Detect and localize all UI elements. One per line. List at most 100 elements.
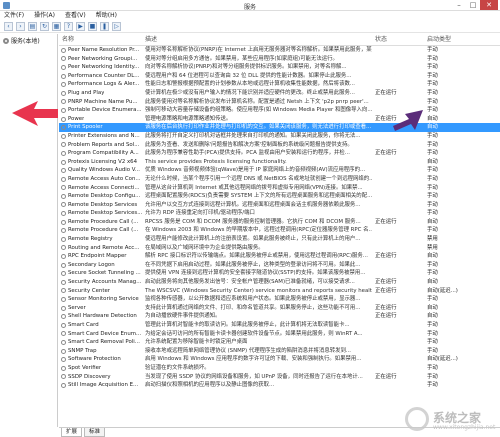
menu-view[interactable]: 查看(V): [65, 11, 86, 21]
column-startup-type[interactable]: 启动类型: [424, 34, 500, 45]
table-row[interactable]: Spot Verifier 验证潜在的文件系统损坏。 手动: [59, 364, 500, 373]
tab-extended[interactable]: 扩展: [61, 428, 83, 437]
service-gear-icon: [61, 176, 66, 182]
watermark-circle-icon: [405, 407, 429, 431]
watermark-url: www.xitongzhijia.net: [433, 424, 496, 431]
service-gear-icon: [61, 168, 66, 174]
pause-icon[interactable]: ❚: [100, 22, 109, 31]
service-gear-icon: [61, 47, 66, 53]
table-row[interactable]: Remote Access Connecti... 管理从这台计算机到 Inter…: [59, 184, 500, 193]
table-row[interactable]: Remote Procedure Call (... 在 Windows 2003…: [59, 226, 500, 235]
service-description: 在 Windows 2003 和 Windows 的早期版本中，远程过程调用(R…: [145, 227, 372, 234]
table-row[interactable]: Plug and Play 使计算机在极少或没有用户输入的情况下能识别并适应硬件的…: [59, 89, 500, 98]
table-row[interactable]: Peer Networking Identity... 向对等名称解析协议(PNR…: [59, 63, 500, 72]
table-row[interactable]: Shell Hardware Detection 为自动播放硬件事件提供通知。 正在…: [59, 312, 500, 321]
table-row[interactable]: Security Center The WSCSVC (Windows Secur…: [59, 287, 500, 296]
table-row[interactable]: Smart Card Device Enum... 为给定会话可访问的所有智能卡读…: [59, 330, 500, 339]
service-status: [372, 192, 424, 201]
help-icon[interactable]: ?: [64, 22, 73, 31]
service-gear-icon: [61, 99, 66, 105]
table-row[interactable]: Sensor Monitoring Service 监视各种传感器，以公开数据和适…: [59, 295, 500, 304]
service-name: Peer Name Resolution Pr...: [59, 46, 142, 55]
service-status: [372, 330, 424, 339]
service-name: Remote Access Auto Con...: [59, 175, 142, 184]
maximize-button[interactable]: □: [466, 0, 480, 10]
menu-action[interactable]: 操作(A): [34, 11, 55, 21]
table-row[interactable]: Protexis Licensing V2 x64 This service pr…: [59, 158, 500, 167]
table-row[interactable]: Smart Card Removal Poli... 允许系统配置为移除智能卡时锁…: [59, 338, 500, 347]
service-status: [372, 46, 424, 55]
table-row[interactable]: Remote Desktop Configu... 远程桌面配置服务(RDCS)负…: [59, 192, 500, 201]
table-row[interactable]: Still Image Acquisition E... 启动扫描仪和照相机的应用…: [59, 381, 500, 390]
minimize-button[interactable]: –: [452, 0, 466, 10]
table-row[interactable]: PNRP Machine Name Pu... 此服务使用对等名称解析协议发布计算…: [59, 98, 500, 107]
table-row[interactable]: Peer Name Resolution Pr... 使用对等名称解析协议(PNR…: [59, 46, 500, 55]
table-row[interactable]: Remote Desktop Services 允许用户以交互方式连接到远程计算机…: [59, 201, 500, 210]
forward-icon[interactable]: ›: [16, 22, 25, 31]
stop-icon[interactable]: ■: [88, 22, 97, 31]
table-row[interactable]: Printer Extensions and N... 此服务将打开自定义打印机对…: [59, 132, 500, 141]
service-startup-type: 自动: [427, 115, 438, 122]
table-row[interactable]: Remote Procedure Call (... RPCSS 服务是 COM …: [59, 218, 500, 227]
table-row[interactable]: Portable Device Enumera... 强制可移动大容量存储设备的组…: [59, 106, 500, 115]
service-description: 使用对等名称解析协议(PNRP)在 Internet 上启用无服务器对等名称解析…: [145, 47, 372, 53]
service-name: Remote Registry: [59, 235, 142, 244]
column-name[interactable]: 名称: [59, 34, 142, 45]
column-description[interactable]: 描述: [142, 34, 372, 45]
service-startup-type: 手动: [427, 347, 438, 354]
table-row[interactable]: RPC Endpoint Mapper 解析 RPC 接口标识符以传输端点。如果此…: [59, 252, 500, 261]
table-row[interactable]: Print Spooler 该服务在后台执行打印作业并处理与打印机的交互。如果关闭…: [59, 123, 500, 132]
refresh-icon[interactable]: ↻: [40, 22, 49, 31]
service-description: 使用对等分组启用多方通信。如果禁用，某些应用程序(如家庭组)可能无法运行。: [145, 55, 338, 62]
service-gear-icon: [61, 107, 66, 113]
table-row[interactable]: Problem Reports and Sol... 此服务为查看、发送和删除'问…: [59, 141, 500, 150]
service-status: [372, 364, 424, 373]
table-row[interactable]: Routing and Remote Acc... 在局域网以及广域网环境中为企业…: [59, 244, 500, 253]
table-row[interactable]: Software Protection 启用 Windows 和 Windows …: [59, 355, 500, 364]
service-description: 为自动播放硬件事件提供通知。: [145, 313, 221, 320]
service-startup-type: 自动: [427, 304, 438, 311]
table-row[interactable]: Secondary Logon 在不同凭据下启用启动过程。如果此服务被停止，这种类…: [59, 261, 500, 270]
tree-services-local[interactable]: 服务(本地): [0, 34, 57, 47]
table-row[interactable]: Performance Logs & Aler... 性能日志和警报根据预配置的计…: [59, 80, 500, 89]
service-gear-icon: [61, 133, 66, 139]
table-row[interactable]: SSDP Discovery 当发现了使用 SSDP 协议的网络设备和服务，如 U…: [59, 373, 500, 382]
service-startup-type: 手动: [427, 184, 438, 191]
table-row[interactable]: SNMP Trap 接收本地或远程简单网络管理协议 (SNMP) 代理程序生成的陷…: [59, 347, 500, 356]
menu-help[interactable]: 帮助(H): [96, 11, 117, 21]
column-status[interactable]: 状态: [372, 34, 424, 45]
service-status: [372, 132, 424, 141]
table-row[interactable]: Security Accounts Manag... 启动此服务将向其他服务发出信…: [59, 278, 500, 287]
service-description: 强制可移动大容量存储设备的组策略。使应用程序(如 Windows Media P…: [145, 107, 372, 114]
table-row[interactable]: Smart Card 管理此计算机对智能卡的取读访问。如果此服务被停止，此计算机将…: [59, 321, 500, 330]
service-name: Remote Procedure Call (...: [59, 218, 142, 227]
service-startup-type: 手动: [427, 141, 438, 148]
service-description: 该服务在后台执行打印作业并处理与打印机的交互。如果关闭该服务，则无法进行打印或查…: [145, 124, 372, 131]
service-startup-type: 手动: [427, 47, 438, 53]
table-row[interactable]: Peer Networking Groupi... 使用对等分组启用多方通信。如果…: [59, 55, 500, 64]
table-row[interactable]: Power 管理电源策略和电源策略通知传送。 正在运行 自动: [59, 115, 500, 124]
title-bar: 服务 – □ ✕: [0, 0, 500, 11]
service-gear-icon: [61, 219, 66, 225]
table-row[interactable]: Remote Desktop Services... 允许为 RDP 连接重定向打…: [59, 209, 500, 218]
back-icon[interactable]: ‹: [4, 22, 13, 31]
up-icon[interactable]: ▤: [28, 22, 37, 31]
service-status: [372, 244, 424, 253]
table-row[interactable]: Secure Socket Tunneling ... 提供使用 VPN 连接到远…: [59, 269, 500, 278]
column-header: 名称 描述 状态 启动类型: [59, 34, 500, 46]
menu-file[interactable]: 文件(F): [4, 11, 24, 21]
play-icon[interactable]: ▶: [76, 22, 85, 31]
service-description: 在局域网以及广域网环境中为企业提供路由服务。: [145, 244, 264, 251]
close-button[interactable]: ✕: [480, 0, 498, 10]
table-row[interactable]: Performance Counter DL... 使远程用户和 64 位进程可以…: [59, 72, 500, 81]
export-icon[interactable]: ▦: [52, 22, 61, 31]
table-row[interactable]: Remote Registry 使远程用户能修改此计算机上的注册表设置。如果此服务…: [59, 235, 500, 244]
table-row[interactable]: Server 支持此计算机通过网络的文件、打印、和命名管道共享。如果服务停止，这些…: [59, 304, 500, 313]
table-row[interactable]: Remote Access Auto Con... 无论什么时候，当某个程序引用一…: [59, 175, 500, 184]
restart-icon[interactable]: ▷: [112, 22, 121, 31]
service-startup-type: 手动: [427, 270, 438, 277]
table-row[interactable]: Program Compatibility A... 此服务为程序兼容性助手(PC…: [59, 149, 500, 158]
tab-standard[interactable]: 标准: [84, 428, 106, 437]
service-gear-icon: [61, 245, 66, 251]
table-row[interactable]: Quality Windows Audio V... 优质 Windows 音频视…: [59, 166, 500, 175]
